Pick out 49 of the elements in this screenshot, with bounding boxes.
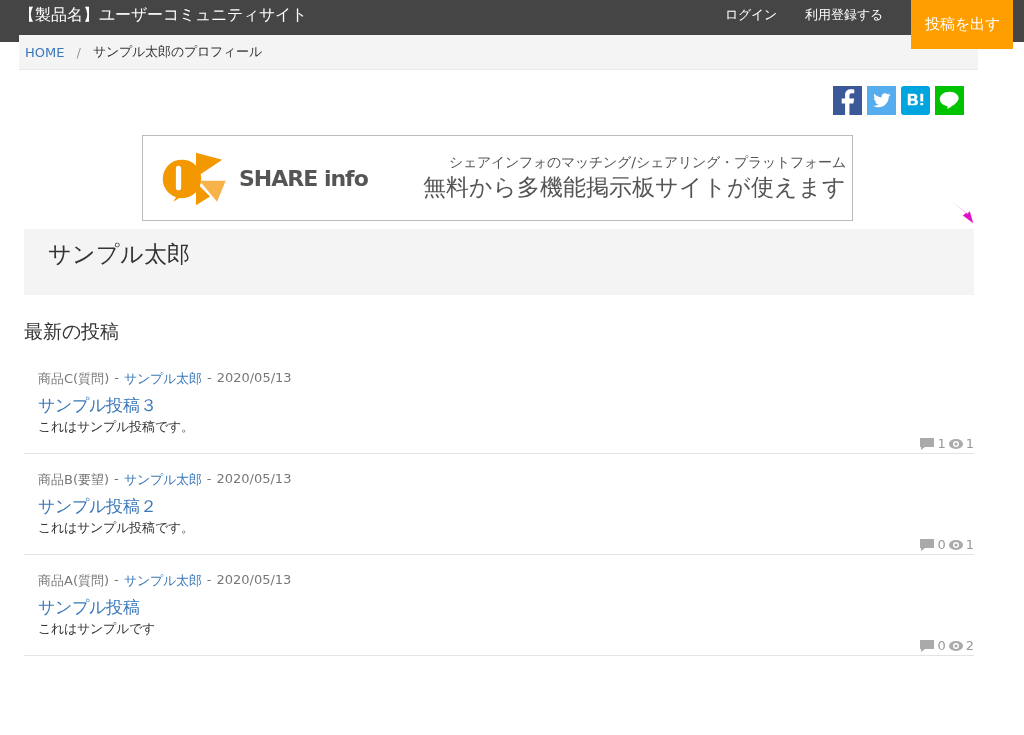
post-category: 商品A(質問) [38,572,110,590]
banner-headline: 無料から多機能掲示板サイトが使えます [423,172,846,202]
meta-separator: - [114,572,119,589]
post-date: 2020/05/13 [216,370,292,387]
post-date: 2020/05/13 [216,471,292,488]
view-count: 2 [965,638,974,653]
post-excerpt: これはサンプルです [38,620,155,638]
comment-icon [920,639,935,652]
meta-separator: - [206,370,212,387]
view-count: 1 [965,436,974,451]
meta-separator: - [114,370,119,387]
post-title-link[interactable]: サンプル投稿 [38,596,140,619]
post-category: 商品C(質問) [38,370,110,388]
post-date: 2020/05/13 [216,572,292,589]
site-title[interactable]: 【製品名】ユーザーコミュニティサイト [19,0,307,30]
meta-separator: - [206,471,212,488]
comment-icon [920,437,935,450]
facebook-icon[interactable] [833,86,862,115]
post-title-link[interactable]: サンプル投稿２ [38,495,157,518]
bookmark-icon[interactable] [901,86,930,115]
post-excerpt: これはサンプル投稿です。 [38,519,194,537]
author-link[interactable]: サンプル太郎 [123,572,202,590]
comment-count: 1 [937,436,946,451]
post-title-link[interactable]: サンプル投稿３ [38,394,157,417]
meta-separator: - [206,572,212,589]
author-link[interactable]: サンプル太郎 [123,471,202,489]
banner-tagline: シェアインフォのマッチング/シェアリング・プラットフォーム [449,153,846,172]
nav-link[interactable]: 利用登録する [805,0,883,30]
eye-icon [948,437,963,450]
comment-count: 0 [937,638,946,653]
view-count: 1 [965,537,974,552]
breadcrumb-current: サンプル太郎のプロフィール [92,43,262,61]
eye-icon [948,639,963,652]
chat-bubble-icon[interactable] [935,86,964,115]
author-link[interactable]: サンプル太郎 [123,370,202,388]
section-heading: 最新の投稿 [24,319,120,344]
breadcrumb-link[interactable]: HOME [25,44,65,60]
nav-link[interactable]: ログイン [725,0,777,30]
breadcrumb-separator: / [76,44,81,60]
comment-count: 0 [937,537,946,552]
eye-icon [948,538,963,551]
post-excerpt: これはサンプル投稿です。 [38,418,194,436]
logo-text: SHARE info [239,165,368,191]
advertisement-banner[interactable]: SHARE info シェアインフォのマッチング/シェアリング・プラットフォーム 無料から多機能掲示板サイトが使えます [142,135,853,221]
profile-name: サンプル太郎 [48,241,190,267]
meta-separator: - [114,471,119,488]
bird-icon[interactable] [867,86,896,115]
comment-icon [920,538,935,551]
post-category: 商品B(要望) [38,471,110,489]
